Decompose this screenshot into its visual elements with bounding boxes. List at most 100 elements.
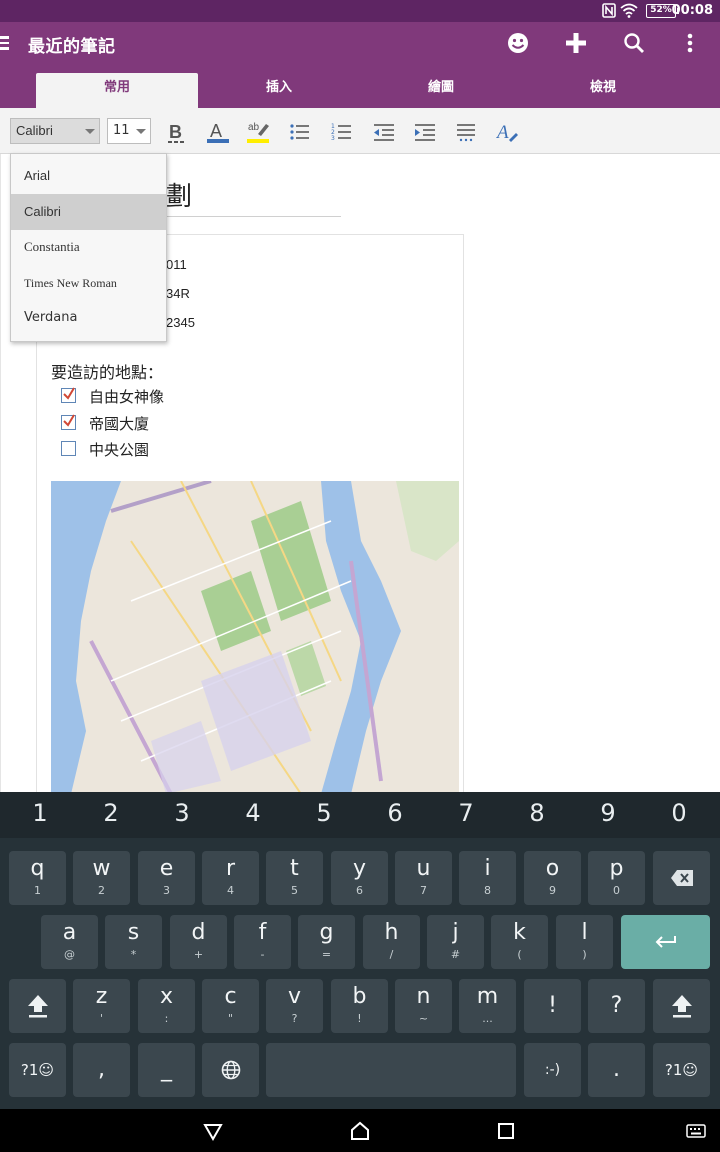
key-a[interactable]: a @: [41, 915, 98, 969]
indent-icon[interactable]: [411, 118, 439, 146]
key-6[interactable]: 6: [365, 799, 425, 827]
smiley-icon[interactable]: [504, 29, 532, 57]
enter-key[interactable]: [621, 915, 710, 969]
font-option-constantia[interactable]: Constantia: [11, 229, 166, 265]
font-color-icon[interactable]: A: [204, 118, 232, 146]
soft-keyboard: 1 2 3 4 5 6 7 8 9 0 q1 w2 e3 r4 t5 y6 u7…: [0, 792, 720, 1109]
shift-key-right[interactable]: [653, 979, 710, 1033]
key-question[interactable]: ?: [588, 979, 645, 1033]
key-label: l: [581, 920, 588, 945]
key-y[interactable]: y6: [331, 851, 388, 905]
key-z[interactable]: z ': [73, 979, 130, 1033]
key-v[interactable]: v?: [266, 979, 323, 1033]
home-icon[interactable]: [349, 1120, 371, 1142]
key-1[interactable]: 1: [10, 799, 70, 827]
tab-home[interactable]: 常用: [36, 73, 198, 108]
key-9[interactable]: 9: [578, 799, 638, 827]
key-4[interactable]: 4: [223, 799, 283, 827]
key-8[interactable]: 8: [507, 799, 567, 827]
key-j[interactable]: j #: [427, 915, 484, 969]
key-k[interactable]: k(: [491, 915, 548, 969]
styles-icon[interactable]: A: [494, 118, 522, 146]
symbols-key-right[interactable]: ?1☺: [653, 1043, 710, 1097]
places-heading[interactable]: 要造訪的地點：: [51, 359, 163, 383]
key-2[interactable]: 2: [81, 799, 141, 827]
info-line[interactable]: 011: [166, 257, 187, 272]
checkbox[interactable]: [61, 387, 76, 403]
tab-draw[interactable]: 繪圖: [360, 73, 522, 108]
key-m[interactable]: m...: [459, 979, 516, 1033]
numbered-list-icon[interactable]: 1 2 3: [328, 118, 356, 146]
key-3[interactable]: 3: [152, 799, 212, 827]
shift-key-left[interactable]: [9, 979, 66, 1033]
key-i[interactable]: i8: [459, 851, 516, 905]
info-line[interactable]: 2345: [166, 315, 195, 330]
bold-icon[interactable]: B: [162, 118, 190, 146]
symbols-key-left[interactable]: ?1☺: [9, 1043, 66, 1097]
key-h[interactable]: h /: [363, 915, 420, 969]
key-g[interactable]: g =: [298, 915, 355, 969]
key-u[interactable]: u7: [395, 851, 452, 905]
emoticon-key[interactable]: :-): [524, 1043, 581, 1097]
key-o[interactable]: o9: [524, 851, 581, 905]
language-key[interactable]: [202, 1043, 259, 1097]
font-option-arial[interactable]: Arial: [11, 158, 166, 194]
key-0[interactable]: 0: [649, 799, 709, 827]
key-exclamation[interactable]: !: [524, 979, 581, 1033]
search-icon[interactable]: [620, 29, 648, 57]
menu-icon[interactable]: [0, 33, 12, 53]
key-label: j: [452, 920, 459, 945]
key-label: n: [416, 984, 431, 1009]
back-icon[interactable]: [202, 1120, 224, 1142]
font-option-times-new-roman[interactable]: Times New Roman: [11, 265, 166, 301]
key-e[interactable]: e3: [138, 851, 195, 905]
font-family-value: Calibri: [16, 123, 53, 138]
key-7[interactable]: 7: [436, 799, 496, 827]
key-sublabel: (: [517, 948, 522, 961]
key-w[interactable]: w2: [73, 851, 130, 905]
key-s[interactable]: s *: [105, 915, 162, 969]
checkbox[interactable]: [61, 441, 76, 456]
font-option-verdana[interactable]: Verdana: [11, 300, 166, 336]
map-image[interactable]: [51, 481, 459, 794]
key-l[interactable]: l): [556, 915, 613, 969]
font-option-calibri[interactable]: Calibri: [11, 194, 166, 230]
tab-insert[interactable]: 插入: [198, 73, 360, 108]
space-key[interactable]: [266, 1043, 516, 1097]
tab-view[interactable]: 檢視: [522, 73, 684, 108]
key-sublabel: ~: [418, 1012, 429, 1025]
key-n[interactable]: n ~: [395, 979, 452, 1033]
key-label: z: [95, 984, 108, 1009]
recents-icon[interactable]: [495, 1120, 517, 1142]
highlight-icon[interactable]: ab: [244, 118, 272, 146]
keyboard-switch-icon[interactable]: [686, 1120, 706, 1142]
key-label: m: [476, 984, 499, 1009]
bullet-list-icon[interactable]: [286, 118, 314, 146]
key-label: a: [62, 920, 77, 945]
key-f[interactable]: f-: [234, 915, 291, 969]
note-title[interactable]: 劃: [166, 176, 192, 213]
key-r[interactable]: r4: [202, 851, 259, 905]
key-5[interactable]: 5: [294, 799, 354, 827]
backspace-key[interactable]: [653, 851, 710, 905]
key-underscore[interactable]: _: [138, 1043, 195, 1097]
key-b[interactable]: b!: [331, 979, 388, 1033]
line-spacing-icon[interactable]: [452, 118, 480, 146]
key-sublabel: ?: [291, 1012, 298, 1025]
svg-text:B: B: [169, 122, 182, 142]
key-t[interactable]: t5: [266, 851, 323, 905]
font-family-select[interactable]: Calibri: [10, 118, 100, 144]
key-c[interactable]: c ": [202, 979, 259, 1033]
plus-icon[interactable]: [562, 29, 590, 57]
key-q[interactable]: q1: [9, 851, 66, 905]
info-line[interactable]: 34R: [166, 286, 190, 301]
key-d[interactable]: d +: [170, 915, 227, 969]
checkbox[interactable]: [61, 414, 76, 430]
outdent-icon[interactable]: [370, 118, 398, 146]
key-comma[interactable]: ,: [73, 1043, 130, 1097]
key-period[interactable]: .: [588, 1043, 645, 1097]
more-vert-icon[interactable]: [676, 29, 704, 57]
key-x[interactable]: x:: [138, 979, 195, 1033]
font-size-select[interactable]: 11: [107, 118, 151, 144]
key-p[interactable]: p0: [588, 851, 645, 905]
